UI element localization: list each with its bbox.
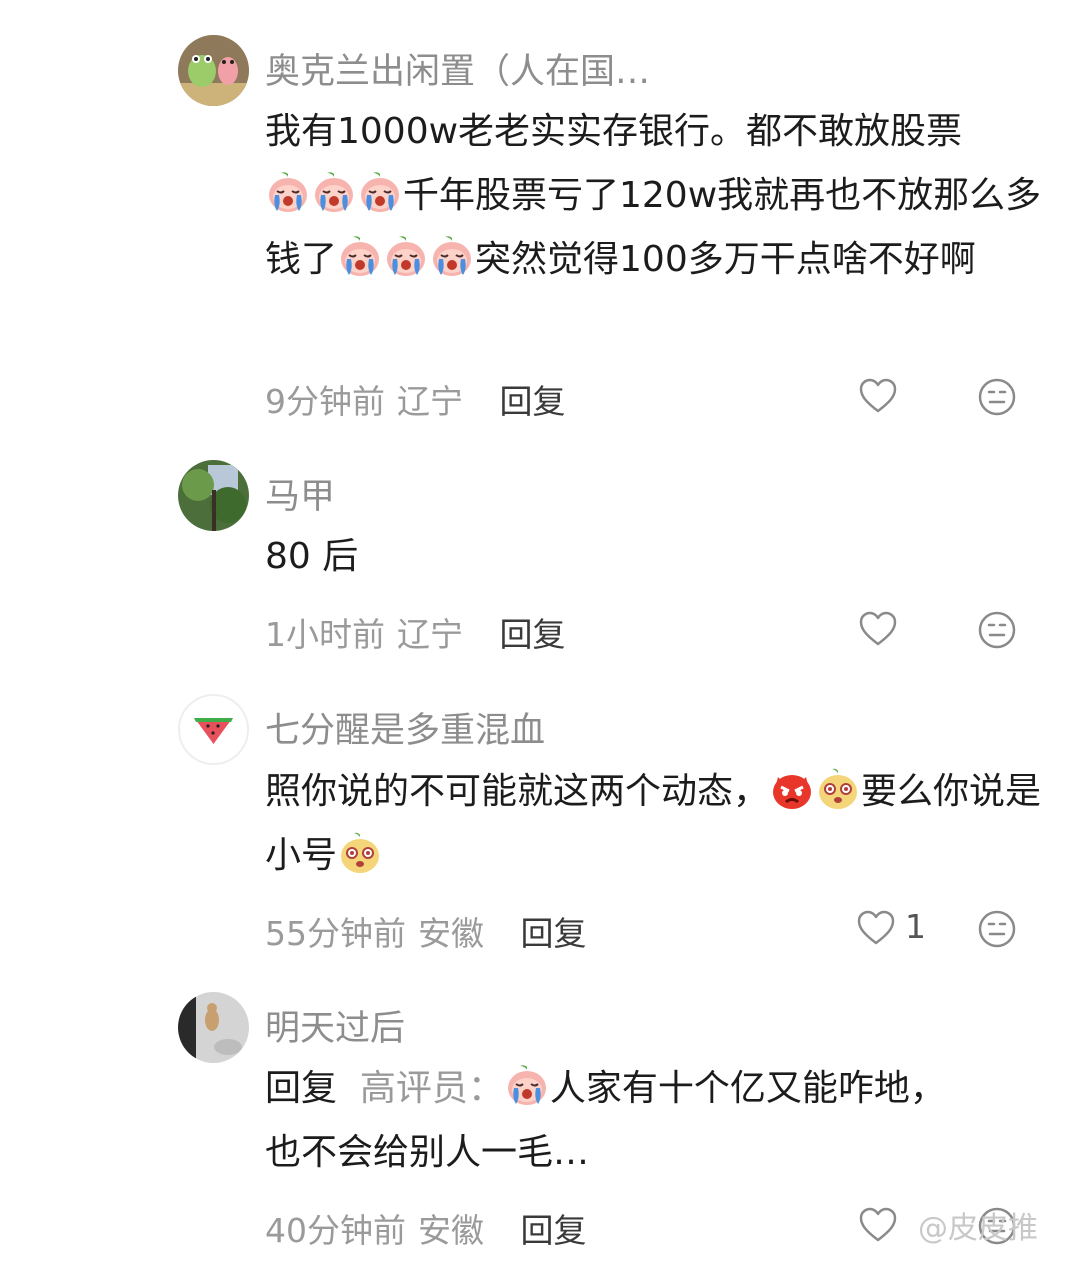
reply-button[interactable]: 回复 (500, 615, 566, 654)
user-avatar[interactable] (178, 35, 249, 106)
crying-peach-emoji-icon (430, 235, 474, 279)
user-name[interactable]: 奥克兰出闲置（人在国… (265, 43, 650, 94)
comment-time: 1小时前 (265, 615, 385, 654)
user-name[interactable]: 七分醒是多重混血 (265, 702, 545, 753)
reply-button[interactable]: 回复 (500, 382, 566, 421)
comment-text: 照你说的不可能就这两个动态， 要么你说是小号 (265, 760, 1055, 888)
meh-face-icon[interactable] (977, 909, 1017, 949)
angry-red-emoji-icon (770, 767, 814, 811)
shocked-yellow-emoji-icon (338, 831, 382, 875)
user-name[interactable]: 马甲 (265, 468, 335, 519)
heart-outline-icon[interactable] (858, 610, 898, 650)
reply-button[interactable]: 回复 (521, 1211, 587, 1250)
comment-text-part: 也不会给别人一毛… (265, 1132, 590, 1173)
heart-outline-icon[interactable] (856, 909, 896, 949)
comment-meta: 1小时前 辽宁 回复 (265, 608, 566, 656)
comment-location: 安徽 (418, 1211, 484, 1250)
watermark: @皮皮推 (918, 1211, 1038, 1246)
watermelon-avatar-icon (194, 718, 233, 744)
comment-meta: 9分钟前 辽宁 回复 (265, 375, 566, 423)
heart-outline-icon[interactable] (858, 1206, 898, 1246)
comment-text: 回复 高评员： 人家有十个亿又能咋地， 也不会给别人一毛… (265, 1057, 1055, 1185)
frog-avatar-icon (178, 35, 249, 106)
tree-photo-avatar-icon (178, 460, 249, 531)
reply-prefix: 回复 (265, 1068, 338, 1109)
user-avatar[interactable] (178, 694, 249, 765)
comment-time: 9分钟前 (265, 382, 385, 421)
crying-peach-emoji-icon (266, 171, 310, 215)
reply-to-user[interactable]: 高评员： (360, 1068, 504, 1109)
comment-location: 安徽 (418, 914, 484, 953)
comment-location: 辽宁 (397, 615, 463, 654)
meh-face-icon[interactable] (977, 377, 1017, 417)
crying-peach-emoji-icon (312, 171, 356, 215)
crying-peach-emoji-icon (338, 235, 382, 279)
user-avatar[interactable] (178, 992, 249, 1063)
comment-time: 55分钟前 (265, 914, 406, 953)
comment-text-part: 我有1000w老老实实存银行。都不敢放股票 (265, 111, 963, 152)
cat-photo-avatar-icon (178, 992, 249, 1063)
comment-text-part: 人家有十个亿又能咋地， (549, 1068, 946, 1109)
comment-text-part: 突然觉得100多万干点啥不好啊 (475, 239, 976, 280)
comment-location: 辽宁 (397, 382, 463, 421)
user-avatar[interactable] (178, 460, 249, 531)
comment-text: 80 后 (265, 536, 359, 577)
crying-peach-emoji-icon (505, 1064, 549, 1108)
heart-outline-icon[interactable] (858, 377, 898, 417)
comment-meta: 55分钟前 安徽 回复 (265, 907, 587, 955)
comment-meta: 40分钟前 安徽 回复 (265, 1204, 587, 1252)
comment-text: 我有1000w老老实实存银行。都不敢放股票 千年股票亏了120w我就再也不放那么… (265, 100, 1055, 292)
shocked-yellow-emoji-icon (816, 767, 860, 811)
comment-time: 40分钟前 (265, 1211, 406, 1250)
crying-peach-emoji-icon (358, 171, 402, 215)
crying-peach-emoji-icon (384, 235, 428, 279)
comment-text-part: 照你说的不可能就这两个动态， (265, 771, 770, 812)
user-name[interactable]: 明天过后 (265, 1000, 405, 1051)
reply-button[interactable]: 回复 (521, 914, 587, 953)
meh-face-icon[interactable] (977, 610, 1017, 650)
like-count: 1 (905, 907, 926, 946)
